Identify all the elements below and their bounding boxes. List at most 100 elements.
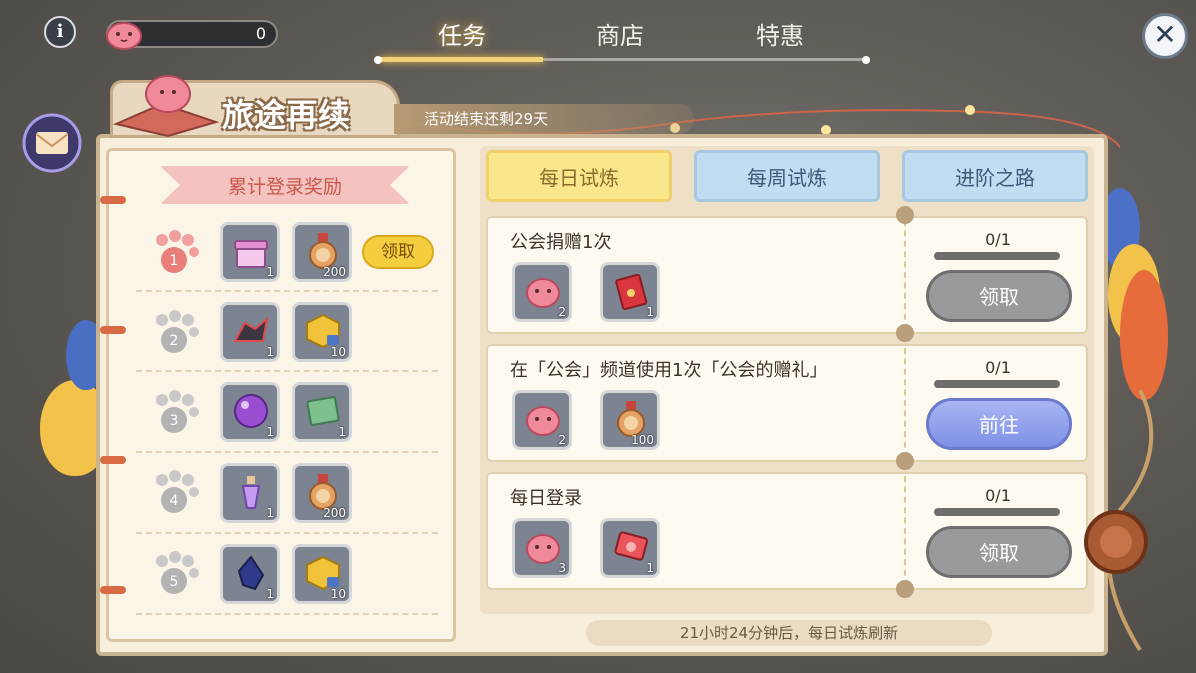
item-count: 3 xyxy=(558,561,566,575)
day-paw-badge: 1 xyxy=(150,230,200,280)
day-paw-badge: 5 xyxy=(150,551,200,601)
dark-crystal-icon xyxy=(237,555,265,591)
item-count: 1 xyxy=(266,506,274,520)
task-title: 公会捐赠1次 xyxy=(510,232,612,253)
task-progress-text: 0/1 xyxy=(985,358,1011,377)
reward-item[interactable]: 200 xyxy=(292,463,352,523)
day-number: 1 xyxy=(170,253,179,269)
binder-ring xyxy=(100,326,126,334)
reward-item[interactable]: 1 xyxy=(220,463,280,523)
pink-poring-currency-icon xyxy=(106,22,142,50)
task-reward-item[interactable]: 100 xyxy=(600,390,660,450)
poring-book-icon xyxy=(112,75,220,138)
day-number: 3 xyxy=(170,413,179,429)
reward-item[interactable]: 1 xyxy=(292,382,352,442)
row-divider xyxy=(136,532,438,534)
item-count: 1 xyxy=(338,425,346,439)
item-count: 1 xyxy=(266,425,274,439)
task-reward-item[interactable]: 2 xyxy=(512,262,572,322)
day-paw-badge: 4 xyxy=(150,470,200,520)
card-knot xyxy=(896,580,914,598)
item-count: 200 xyxy=(323,506,346,520)
tab-active-indicator xyxy=(380,57,543,62)
reward-item[interactable]: 200 xyxy=(292,222,352,282)
task-divider xyxy=(904,220,906,330)
claim-task-button[interactable]: 领取 xyxy=(926,526,1072,578)
go-task-button[interactable]: 前往 xyxy=(926,398,1072,450)
pink-poring-icon xyxy=(526,534,560,564)
row-divider xyxy=(136,290,438,292)
subtab-weekly-trial[interactable]: 每周试炼 xyxy=(694,150,880,202)
item-count: 1 xyxy=(646,305,654,319)
claim-task-button[interactable]: 领取 xyxy=(926,270,1072,322)
currency-value: 0 xyxy=(255,24,266,43)
info-button[interactable]: i xyxy=(44,16,76,48)
close-button[interactable]: ✕ xyxy=(1142,13,1188,59)
purple-orb-icon xyxy=(234,394,268,428)
reward-item[interactable]: 1 xyxy=(220,382,280,442)
reward-item[interactable]: 10 xyxy=(292,544,352,604)
task-title: 在「公会」频道使用1次「公会的赠礼」 xyxy=(510,360,828,381)
reward-item[interactable]: 1 xyxy=(220,302,280,362)
task-reward-item[interactable]: 3 xyxy=(512,518,572,578)
item-count: 100 xyxy=(631,433,654,447)
wax-seal-icon xyxy=(1084,390,1154,652)
task-progress-text: 0/1 xyxy=(985,486,1011,505)
login-rewards-header: 累计登录奖励 xyxy=(227,176,342,198)
binder-ring xyxy=(100,456,126,464)
item-count: 10 xyxy=(330,587,346,601)
tab-shop[interactable]: 商店 xyxy=(560,16,680,51)
gift-chest-icon xyxy=(234,240,268,268)
item-count: 200 xyxy=(323,265,346,279)
green-book-icon xyxy=(306,396,340,426)
item-count: 1 xyxy=(646,561,654,575)
mail-envelope-icon[interactable] xyxy=(20,112,84,174)
card-knot xyxy=(896,324,914,342)
item-count: 1 xyxy=(266,265,274,279)
pink-poring-icon xyxy=(526,278,560,308)
tab-dot-left xyxy=(374,56,382,64)
card-knot xyxy=(896,452,914,470)
row-divider xyxy=(136,451,438,453)
task-title: 每日登录 xyxy=(510,488,582,509)
task-reward-item[interactable]: 2 xyxy=(512,390,572,450)
task-divider xyxy=(904,476,906,586)
subtab-advanced-path[interactable]: 进阶之路 xyxy=(902,150,1088,202)
card-knot xyxy=(896,206,914,224)
pink-poring-icon xyxy=(526,406,560,436)
task-reward-item[interactable]: 1 xyxy=(600,518,660,578)
reward-item[interactable]: 10 xyxy=(292,302,352,362)
subtab-daily-trial[interactable]: 每日试炼 xyxy=(486,150,672,202)
tab-dot-right xyxy=(862,56,870,64)
item-count: 1 xyxy=(266,345,274,359)
red-envelope-icon xyxy=(615,273,648,311)
event-title: 旅途再续 xyxy=(222,96,351,134)
potion-bottle-icon xyxy=(241,476,261,509)
task-progress-bar xyxy=(934,380,1060,388)
balloon-orange-right-icon xyxy=(1120,270,1168,400)
day-paw-badge: 3 xyxy=(150,390,200,440)
tab-tasks[interactable]: 任务 xyxy=(402,16,522,51)
reward-item[interactable]: 1 xyxy=(220,544,280,604)
row-divider xyxy=(136,370,438,372)
event-timer: 活动结束还剩29天 xyxy=(424,110,549,128)
day-number: 4 xyxy=(170,493,179,509)
binder-ring xyxy=(100,586,126,594)
task-progress-text: 0/1 xyxy=(985,230,1011,249)
item-count: 10 xyxy=(330,345,346,359)
task-reward-item[interactable]: 1 xyxy=(600,262,660,322)
day-number: 5 xyxy=(170,574,179,590)
row-divider xyxy=(136,613,438,615)
task-divider xyxy=(904,348,906,458)
refresh-notice: 21小时24分钟后，每日试炼刷新 xyxy=(586,620,992,646)
claim-login-reward-button[interactable]: 领取 xyxy=(362,235,434,269)
task-progress-bar xyxy=(934,252,1060,260)
item-count: 1 xyxy=(266,587,274,601)
task-progress-bar xyxy=(934,508,1060,516)
red-card-icon xyxy=(614,531,648,561)
tab-deals[interactable]: 特惠 xyxy=(720,16,840,51)
dragon-mount-icon xyxy=(233,316,269,342)
reward-item[interactable]: 1 xyxy=(220,222,280,282)
day-number: 2 xyxy=(170,333,179,349)
item-count: 2 xyxy=(558,305,566,319)
